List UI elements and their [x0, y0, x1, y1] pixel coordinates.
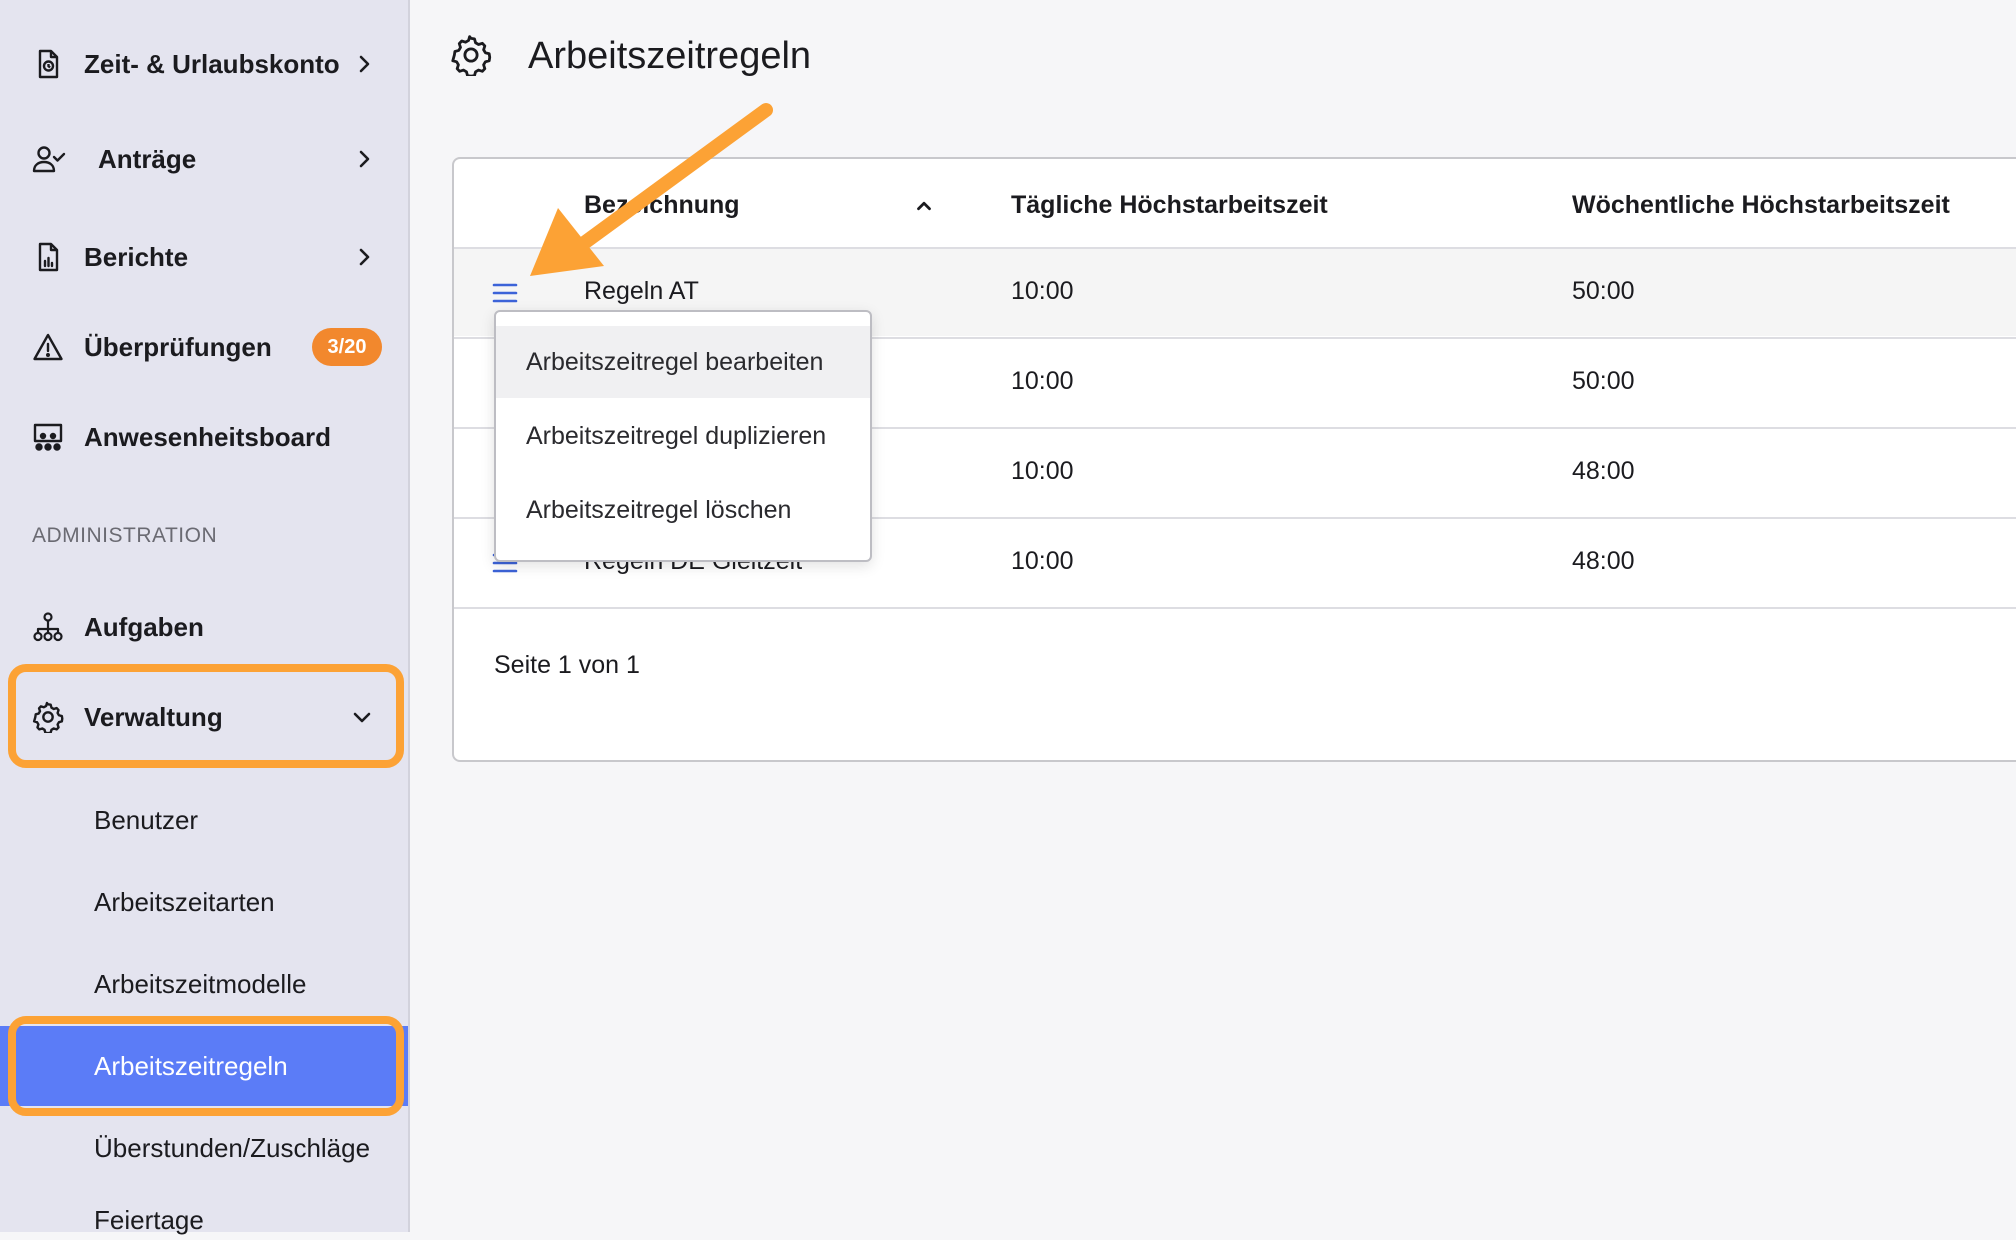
menu-item-loeschen[interactable]: Arbeitszeitregel löschen — [496, 474, 870, 546]
nav-label: Anwesenheitsboard — [84, 422, 332, 452]
cell-daily: 10:00 — [1011, 547, 1074, 575]
cell-daily: 10:00 — [1011, 457, 1074, 485]
chevron-down-icon — [350, 705, 374, 729]
nav-item-antraege[interactable]: Anträge — [0, 119, 408, 199]
cell-daily: 10:00 — [1011, 367, 1074, 395]
sort-ascending-icon[interactable] — [913, 195, 935, 217]
gear-icon — [32, 701, 64, 733]
nav-item-aufgaben[interactable]: Aufgaben — [0, 587, 408, 667]
nav-item-berichte[interactable]: Berichte — [0, 217, 408, 297]
sub-item-ueberstunden-zuschlaege[interactable]: Überstunden/Zuschläge — [0, 1108, 408, 1188]
sub-item-feiertage[interactable]: Feiertage — [0, 1200, 408, 1240]
nav-label: Anträge — [98, 144, 197, 174]
column-header-woechentliche[interactable]: Wöchentliche Höchstarbeitszeit — [1572, 191, 1950, 220]
cell-weekly: 50:00 — [1572, 277, 1635, 305]
cell-weekly: 48:00 — [1572, 547, 1635, 575]
sub-item-arbeitszeitmodelle[interactable]: Arbeitszeitmodelle — [0, 944, 408, 1024]
document-clock-icon — [32, 48, 64, 80]
cell-weekly: 50:00 — [1572, 367, 1635, 395]
nav-label: Verwaltung — [84, 702, 223, 732]
nav-item-verwaltung[interactable]: Verwaltung — [0, 677, 408, 757]
presence-board-icon — [32, 421, 64, 453]
row-menu-icon[interactable] — [492, 281, 518, 305]
column-header-bezeichnung[interactable]: Bezeichnung — [584, 191, 740, 220]
pagination-label: Seite 1 von 1 — [494, 651, 640, 679]
nav-label: Berichte — [84, 242, 189, 272]
cell-daily: 10:00 — [1011, 277, 1074, 305]
chevron-right-icon — [352, 245, 376, 269]
org-tree-icon — [32, 611, 64, 643]
user-check-icon — [32, 143, 66, 175]
table-footer-divider — [454, 607, 2016, 609]
menu-item-duplizieren[interactable]: Arbeitszeitregel duplizieren — [496, 400, 870, 472]
section-title-administration: ADMINISTRATION — [32, 524, 218, 547]
gear-icon — [450, 34, 492, 76]
nav-label: Überprüfungen — [84, 332, 272, 362]
warning-triangle-icon — [32, 331, 64, 363]
menu-item-bearbeiten[interactable]: Arbeitszeitregel bearbeiten — [496, 326, 870, 398]
nav-label: Zeit- & Urlaubskonto — [84, 49, 340, 79]
chevron-right-icon — [352, 147, 376, 171]
column-header-taegliche[interactable]: Tägliche Höchstarbeitszeit — [1011, 191, 1328, 220]
sub-item-arbeitszeitregeln[interactable]: Arbeitszeitregeln — [0, 1026, 408, 1106]
count-badge: 3/20 — [312, 328, 382, 366]
report-chart-icon — [32, 241, 64, 273]
nav-item-ueberpruefungen[interactable]: Überprüfungen 3/20 — [0, 307, 408, 387]
chevron-right-icon — [352, 52, 376, 76]
sub-item-arbeitszeitarten[interactable]: Arbeitszeitarten — [0, 862, 408, 942]
nav-label: Aufgaben — [84, 612, 204, 642]
cell-name: Regeln AT — [584, 277, 699, 305]
sub-item-benutzer[interactable]: Benutzer — [0, 780, 408, 860]
row-context-menu: Arbeitszeitregel bearbeiten Arbeitszeitr… — [494, 310, 872, 562]
cell-weekly: 48:00 — [1572, 457, 1635, 485]
nav-item-anwesenheitsboard[interactable]: Anwesenheitsboard — [0, 397, 408, 477]
sidebar: Zeit- & Urlaubskonto Anträge Berichte Üb… — [0, 0, 410, 1235]
nav-item-zeit-urlaubskonto[interactable]: Zeit- & Urlaubskonto — [0, 24, 408, 104]
page-title: Arbeitszeitregeln — [528, 35, 812, 77]
